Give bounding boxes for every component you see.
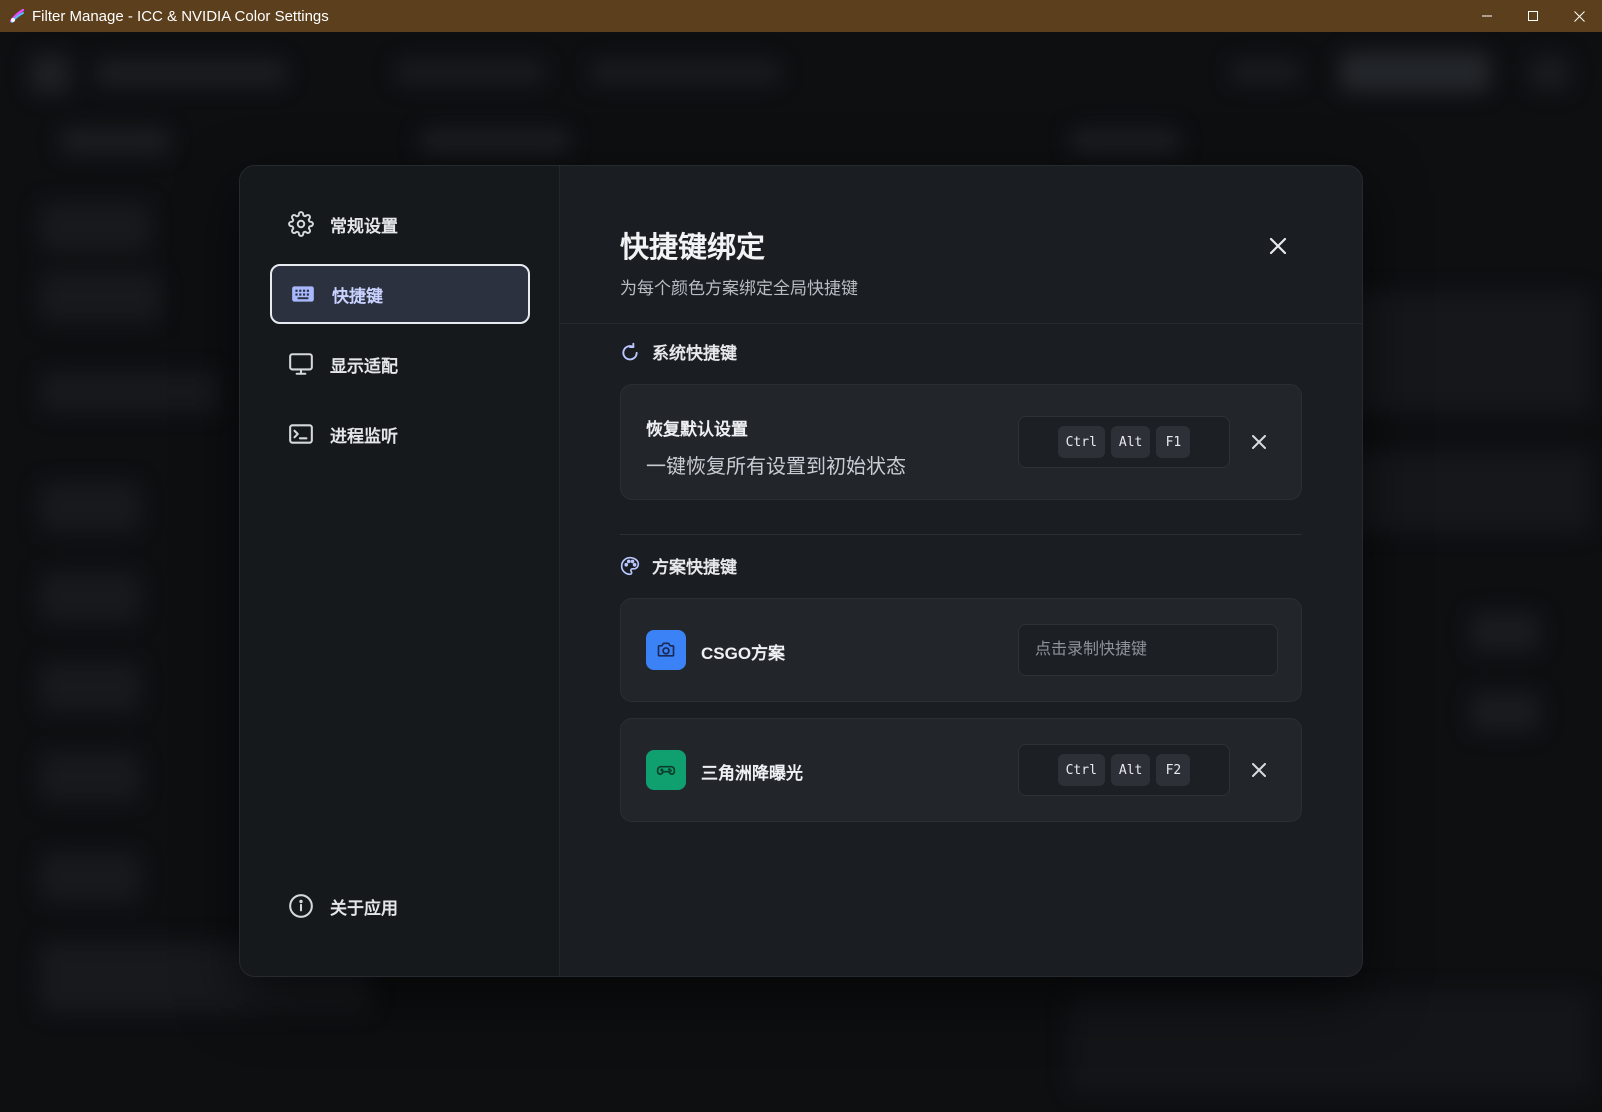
shortcut-description: 一键恢复所有设置到初始状态: [646, 456, 906, 478]
key-cap: F1: [1156, 426, 1191, 458]
shortcut-card-reset: 恢复默认设置 一键恢复所有设置到初始状态 Ctrl Alt F1: [620, 384, 1302, 500]
scheme-badge: [646, 750, 686, 790]
sidebar-item-label: 常规设置: [330, 216, 398, 236]
app-logo-icon: [8, 7, 26, 25]
section-divider: [620, 534, 1302, 535]
section-title: 系统快捷键: [652, 344, 737, 363]
info-icon: [286, 891, 316, 921]
page-title: 快捷键绑定: [620, 232, 766, 264]
monitor-icon: [286, 349, 316, 379]
settings-content: 快捷键绑定 为每个颜色方案绑定全局快捷键 系统快捷键 恢复默认设置 一键恢复所有…: [560, 166, 1362, 976]
shortcut-recorder-reset[interactable]: Ctrl Alt F1: [1018, 416, 1230, 468]
sidebar-item-about[interactable]: 关于应用: [270, 876, 530, 936]
key-cap: Ctrl: [1057, 754, 1105, 786]
dialog-close-button[interactable]: [1262, 230, 1294, 262]
key-cap: Alt: [1110, 426, 1151, 458]
window-close-button[interactable]: [1556, 0, 1602, 32]
section-title: 方案快捷键: [652, 558, 737, 577]
shortcut-recorder-delta[interactable]: Ctrl Alt F2: [1018, 744, 1230, 796]
sidebar-item-label: 进程监听: [330, 426, 398, 446]
shortcut-card-csgo: CSGO方案: [620, 598, 1302, 702]
settings-sidebar: 常规设置 快捷键 显示适配 进程监听 关于应用: [240, 166, 560, 976]
key-cap: F2: [1156, 754, 1191, 786]
shortcut-title: 恢复默认设置: [646, 420, 748, 439]
sidebar-item-display[interactable]: 显示适配: [270, 334, 530, 394]
scheme-name: 三角洲降曝光: [701, 764, 803, 783]
shortcut-card-delta: 三角洲降曝光 Ctrl Alt F2: [620, 718, 1302, 822]
minimize-button[interactable]: [1464, 0, 1510, 32]
terminal-icon: [286, 419, 316, 449]
scheme-name: CSGO方案: [701, 644, 786, 663]
scheme-badge: [646, 630, 686, 670]
content-header: 快捷键绑定 为每个颜色方案绑定全局快捷键: [560, 166, 1362, 324]
camera-icon: [656, 640, 676, 660]
sidebar-item-process-monitor[interactable]: 进程监听: [270, 404, 530, 464]
sidebar-item-label: 快捷键: [332, 286, 383, 306]
maximize-button[interactable]: [1510, 0, 1556, 32]
palette-icon: [620, 556, 640, 576]
sidebar-item-label: 关于应用: [330, 898, 398, 918]
keyboard-icon: [288, 279, 318, 309]
sidebar-item-shortcuts[interactable]: 快捷键: [270, 264, 530, 324]
key-cap: Ctrl: [1057, 426, 1105, 458]
sidebar-item-label: 显示适配: [330, 356, 398, 376]
page-subtitle: 为每个颜色方案绑定全局快捷键: [620, 279, 858, 298]
clear-shortcut-button[interactable]: [1244, 755, 1274, 785]
refresh-icon: [620, 342, 640, 362]
shortcut-record-input[interactable]: [1018, 624, 1278, 676]
system-shortcuts-heading: 系统快捷键: [620, 339, 737, 364]
window-titlebar: Filter Manage - ICC & NVIDIA Color Setti…: [0, 0, 1602, 32]
scheme-shortcuts-heading: 方案快捷键: [620, 553, 737, 578]
gamepad-icon: [656, 760, 676, 780]
gear-icon: [286, 209, 316, 239]
settings-dialog: 常规设置 快捷键 显示适配 进程监听 关于应用 快捷键绑定 为每个颜色方案绑定全…: [239, 165, 1363, 977]
key-cap: Alt: [1110, 754, 1151, 786]
clear-shortcut-button[interactable]: [1244, 427, 1274, 457]
window-title: Filter Manage - ICC & NVIDIA Color Setti…: [32, 7, 329, 25]
sidebar-item-general[interactable]: 常规设置: [270, 194, 530, 254]
